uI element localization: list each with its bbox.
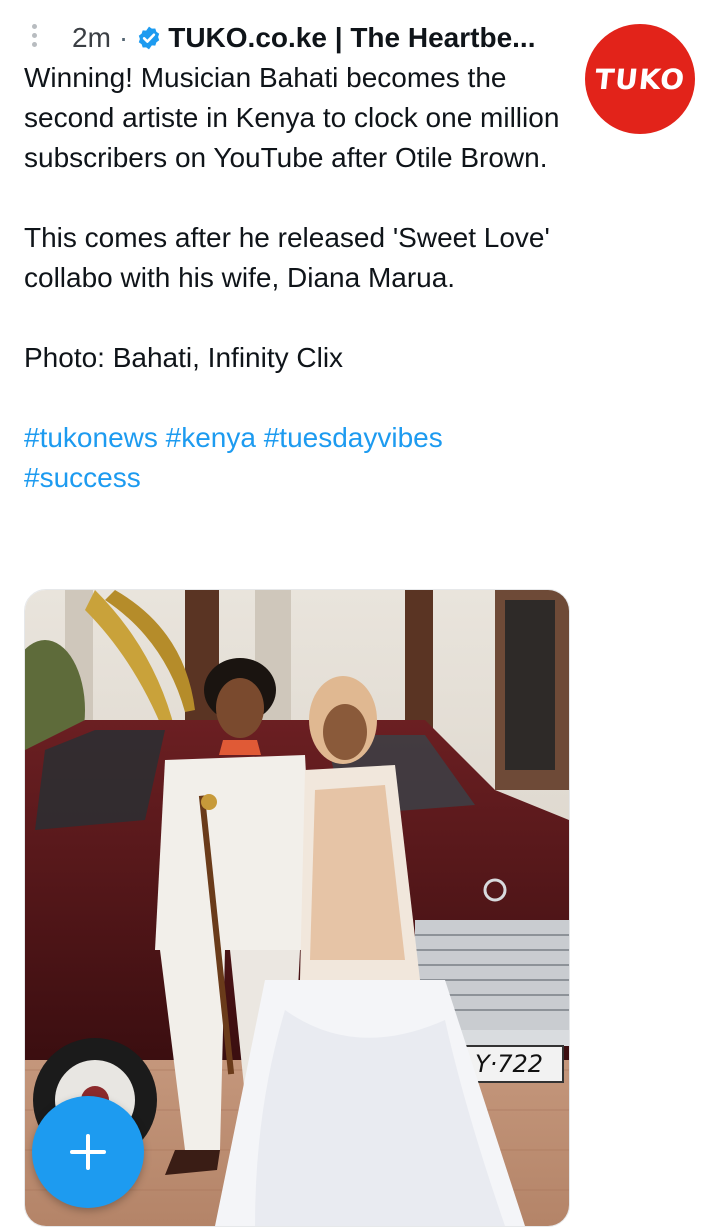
tweet-header: 2m · TUKO.co.ke | The Heartbe...	[72, 20, 536, 56]
tweet-paragraph: Photo: Bahati, Infinity Clix	[24, 342, 344, 373]
avatar-logo-text: TUKO	[593, 62, 687, 96]
verified-badge-icon	[139, 26, 160, 50]
plus-icon	[70, 1134, 106, 1170]
tweet-paragraph: This comes after he released 'Sweet Love…	[24, 222, 550, 293]
hashtag-list: #tukonews #kenya #tuesdayvibes #success	[24, 418, 569, 498]
more-options-icon[interactable]	[32, 24, 38, 50]
hashtag-link[interactable]: #kenya	[166, 422, 264, 453]
hashtag-link[interactable]: #tuesdayvibes	[264, 422, 443, 453]
avatar[interactable]: TUKO	[585, 24, 695, 134]
account-name[interactable]: TUKO.co.ke | The Heartbe...	[168, 20, 535, 56]
tweet-body: Winning! Musician Bahati becomes the sec…	[24, 58, 569, 498]
plate-text: Y·722	[475, 1050, 543, 1078]
tweet-paragraph: Winning! Musician Bahati becomes the sec…	[24, 62, 560, 173]
hashtag-link[interactable]: #tukonews	[24, 422, 166, 453]
compose-button[interactable]	[32, 1096, 144, 1208]
tweet-timestamp: 2m	[72, 22, 111, 53]
header-separator: ·	[118, 22, 129, 53]
hashtag-link[interactable]: #success	[24, 462, 141, 493]
